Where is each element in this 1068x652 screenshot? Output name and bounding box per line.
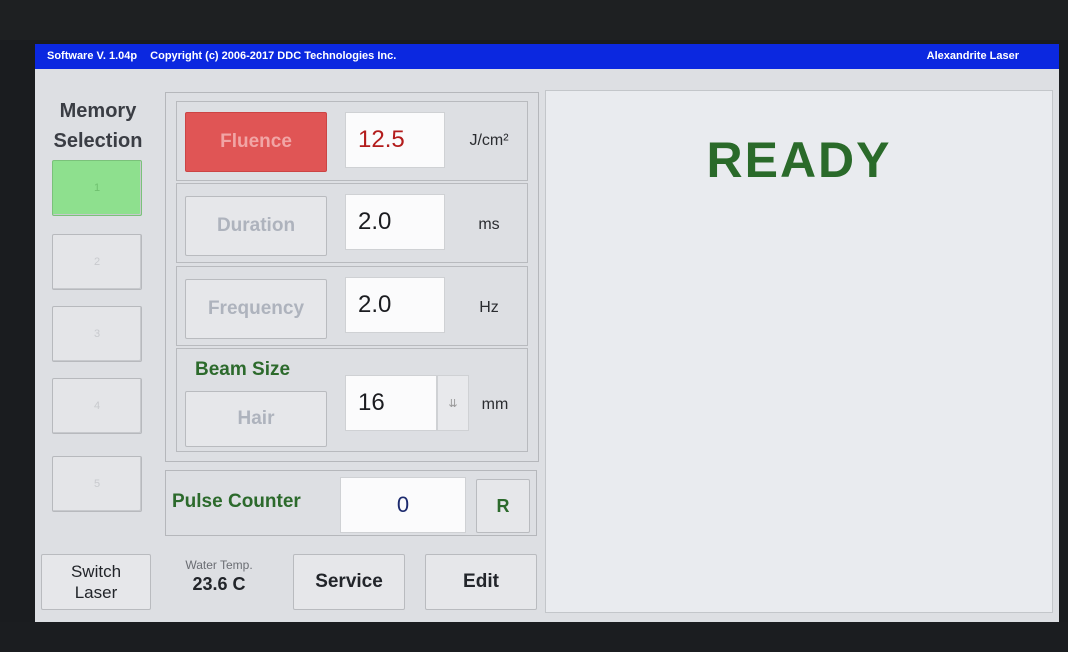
pulse-reset-button[interactable]: R [476, 479, 530, 533]
frequency-button[interactable]: Frequency [185, 279, 327, 339]
pulse-counter-value: 0 [340, 477, 466, 533]
status-ready-text: READY [706, 132, 892, 188]
hair-mode-button[interactable]: Hair [185, 391, 327, 447]
beam-size-value[interactable]: 16 [345, 375, 437, 431]
beam-size-row: Beam Size Hair 16 ⇊ mm [176, 348, 528, 452]
duration-unit: ms [478, 216, 500, 233]
laser-name: Alexandrite Laser [926, 50, 1019, 62]
water-temp-label: Water Temp. [185, 558, 253, 572]
dropdown-arrow-icon: ⇊ [448, 397, 458, 410]
memory-slot-4-button[interactable]: 4 [52, 378, 142, 434]
software-version: Software V. 1.04p [47, 50, 138, 62]
fluence-value[interactable]: 12.5 [345, 112, 445, 168]
touch-screen: Software V. 1.04p Copyright (c) 2006-201… [35, 44, 1059, 622]
device-bezel-bottom [0, 622, 1068, 652]
device-bezel-top [0, 0, 1068, 40]
duration-button[interactable]: Duration [185, 196, 327, 256]
copyright-text: Copyright (c) 2006-2017 DDC Technologies… [150, 50, 397, 62]
memory-slot-2-button[interactable]: 2 [52, 234, 142, 290]
frequency-unit: Hz [479, 299, 499, 316]
fluence-button[interactable]: Fluence [185, 112, 327, 172]
title-bar: Software V. 1.04p Copyright (c) 2006-201… [35, 44, 1059, 69]
memory-slot-5-button[interactable]: 5 [52, 456, 142, 512]
fluence-unit: J/cm² [469, 132, 509, 149]
switch-laser-button[interactable]: Switch Laser [41, 554, 151, 610]
memory-slot-3-button[interactable]: 3 [52, 306, 142, 362]
parameter-panel: Fluence 12.5 J/cm² Duration 2.0 ms Frequ… [165, 92, 539, 462]
beam-size-unit: mm [481, 396, 509, 413]
frequency-row: Frequency 2.0 Hz [176, 266, 528, 346]
fluence-row: Fluence 12.5 J/cm² [176, 101, 528, 181]
pulse-counter-label: Pulse Counter [172, 491, 301, 512]
duration-row: Duration 2.0 ms [176, 183, 528, 263]
memory-selection-title: Memory Selection [53, 100, 143, 152]
status-pane: READY [545, 90, 1053, 613]
water-temp-value: 23.6 C [192, 574, 246, 594]
duration-value[interactable]: 2.0 [345, 194, 445, 250]
beam-size-label: Beam Size [195, 359, 291, 380]
pulse-counter-panel: Pulse Counter 0 R [165, 470, 537, 536]
memory-slot-1-button[interactable]: 1 [52, 160, 142, 216]
frequency-value[interactable]: 2.0 [345, 277, 445, 333]
service-button[interactable]: Service [293, 554, 405, 610]
edit-button[interactable]: Edit [425, 554, 537, 610]
water-temperature: Water Temp. 23.6 C [159, 558, 279, 610]
